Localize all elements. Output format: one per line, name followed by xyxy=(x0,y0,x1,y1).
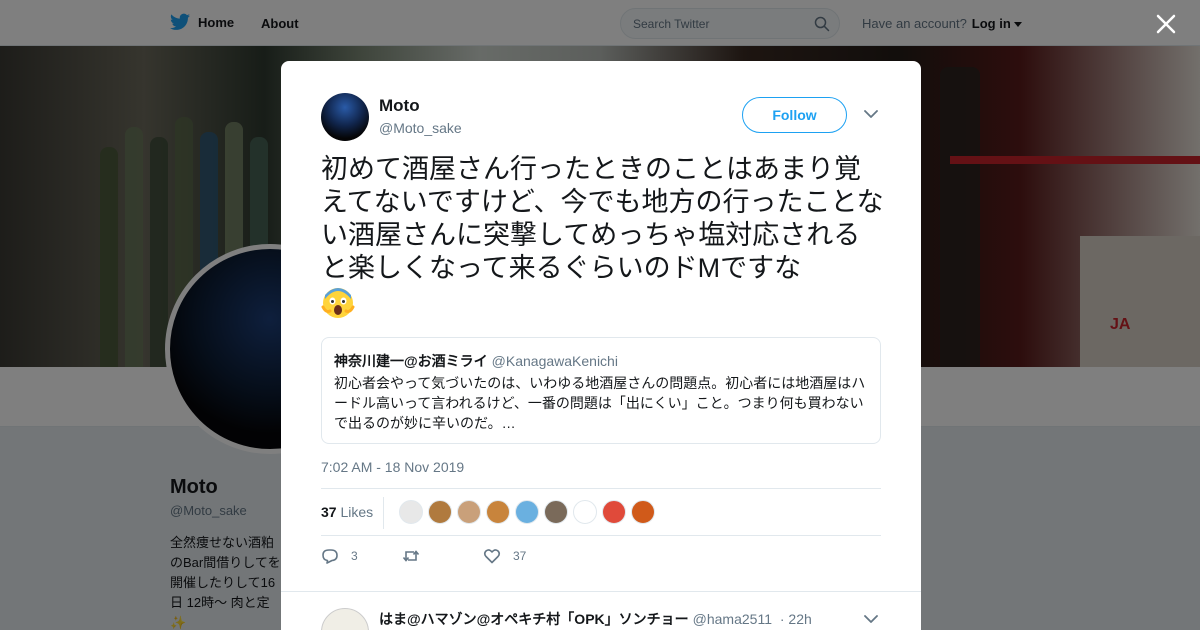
tweet-author-handle[interactable]: @Moto_sake xyxy=(379,120,462,136)
tweet-actions: 3 37 xyxy=(321,547,621,571)
liker-avatar[interactable] xyxy=(573,500,597,524)
likes-divider xyxy=(383,497,384,529)
likes-count[interactable]: 37 Likes xyxy=(321,504,373,520)
retweet-icon xyxy=(402,550,420,562)
reply-time[interactable]: · 22h xyxy=(780,611,812,627)
tweet-text-body: 初めて酒屋さん行ったときのことはあまり覚えてないですけど、今でも地方の行ったこと… xyxy=(321,154,884,283)
quoted-tweet[interactable]: 神奈川建一@お酒ミライ @KanagawaKenichi 初心者会やって気づいたの… xyxy=(321,337,881,444)
reply-count: 3 xyxy=(351,549,358,563)
like-count: 37 xyxy=(513,549,527,563)
heart-icon xyxy=(483,549,501,564)
tweet-stats: 37 Likes xyxy=(321,488,881,536)
reply-icon xyxy=(322,549,338,564)
reply-author-name[interactable]: はま@ハマゾン@オペキチ村「OPK」ソンチョー xyxy=(379,611,689,627)
tweet-author-avatar[interactable] xyxy=(321,93,369,141)
tweet-timestamp[interactable]: 7:02 AM - 18 Nov 2019 xyxy=(321,459,464,475)
like-button[interactable]: 37 xyxy=(483,547,526,565)
likes-label: Likes xyxy=(340,504,374,520)
quoted-author-handle: @KanagawaKenichi xyxy=(491,353,618,369)
liker-avatar[interactable] xyxy=(515,500,539,524)
reply-author-avatar[interactable] xyxy=(321,608,369,630)
reply-button[interactable]: 3 xyxy=(321,547,358,565)
liker-avatar[interactable] xyxy=(631,500,655,524)
liker-avatar[interactable] xyxy=(486,500,510,524)
chevron-down-icon[interactable] xyxy=(864,614,878,624)
quoted-tweet-header: 神奈川建一@お酒ミライ @KanagawaKenichi xyxy=(334,351,618,371)
tweet-text: 初めて酒屋さん行ったときのことはあまり覚えてないですけど、今でも地方の行ったこと… xyxy=(321,153,886,322)
reply-author-handle[interactable]: @hama2511 xyxy=(693,611,772,627)
likes-number: 37 xyxy=(321,504,337,520)
liker-avatar[interactable] xyxy=(457,500,481,524)
liker-avatar[interactable] xyxy=(544,500,568,524)
close-icon[interactable] xyxy=(1152,10,1180,38)
liker-avatars xyxy=(399,500,655,524)
liker-avatar[interactable] xyxy=(602,500,626,524)
chevron-down-icon[interactable] xyxy=(864,109,878,119)
reply-header: はま@ハマゾン@オペキチ村「OPK」ソンチョー @hama2511 · 22h xyxy=(379,609,812,629)
quoted-author-name: 神奈川建一@お酒ミライ xyxy=(334,353,488,369)
retweet-button[interactable] xyxy=(402,547,432,565)
liker-avatar[interactable] xyxy=(399,500,423,524)
quoted-tweet-text: 初心者会やって気づいたのは、いわゆる地酒屋さんの問題点。初心者には地酒屋はハード… xyxy=(334,375,866,431)
reply-tweet[interactable]: はま@ハマゾン@オペキチ村「OPK」ソンチョー @hama2511 · 22h xyxy=(281,591,921,630)
tweet-modal: Moto @Moto_sake Follow 初めて酒屋さん行ったときのことはあ… xyxy=(281,61,921,630)
face-screaming-in-fear-icon xyxy=(321,288,355,318)
follow-button[interactable]: Follow xyxy=(742,97,847,133)
liker-avatar[interactable] xyxy=(428,500,452,524)
tweet-author-name[interactable]: Moto xyxy=(379,96,420,116)
